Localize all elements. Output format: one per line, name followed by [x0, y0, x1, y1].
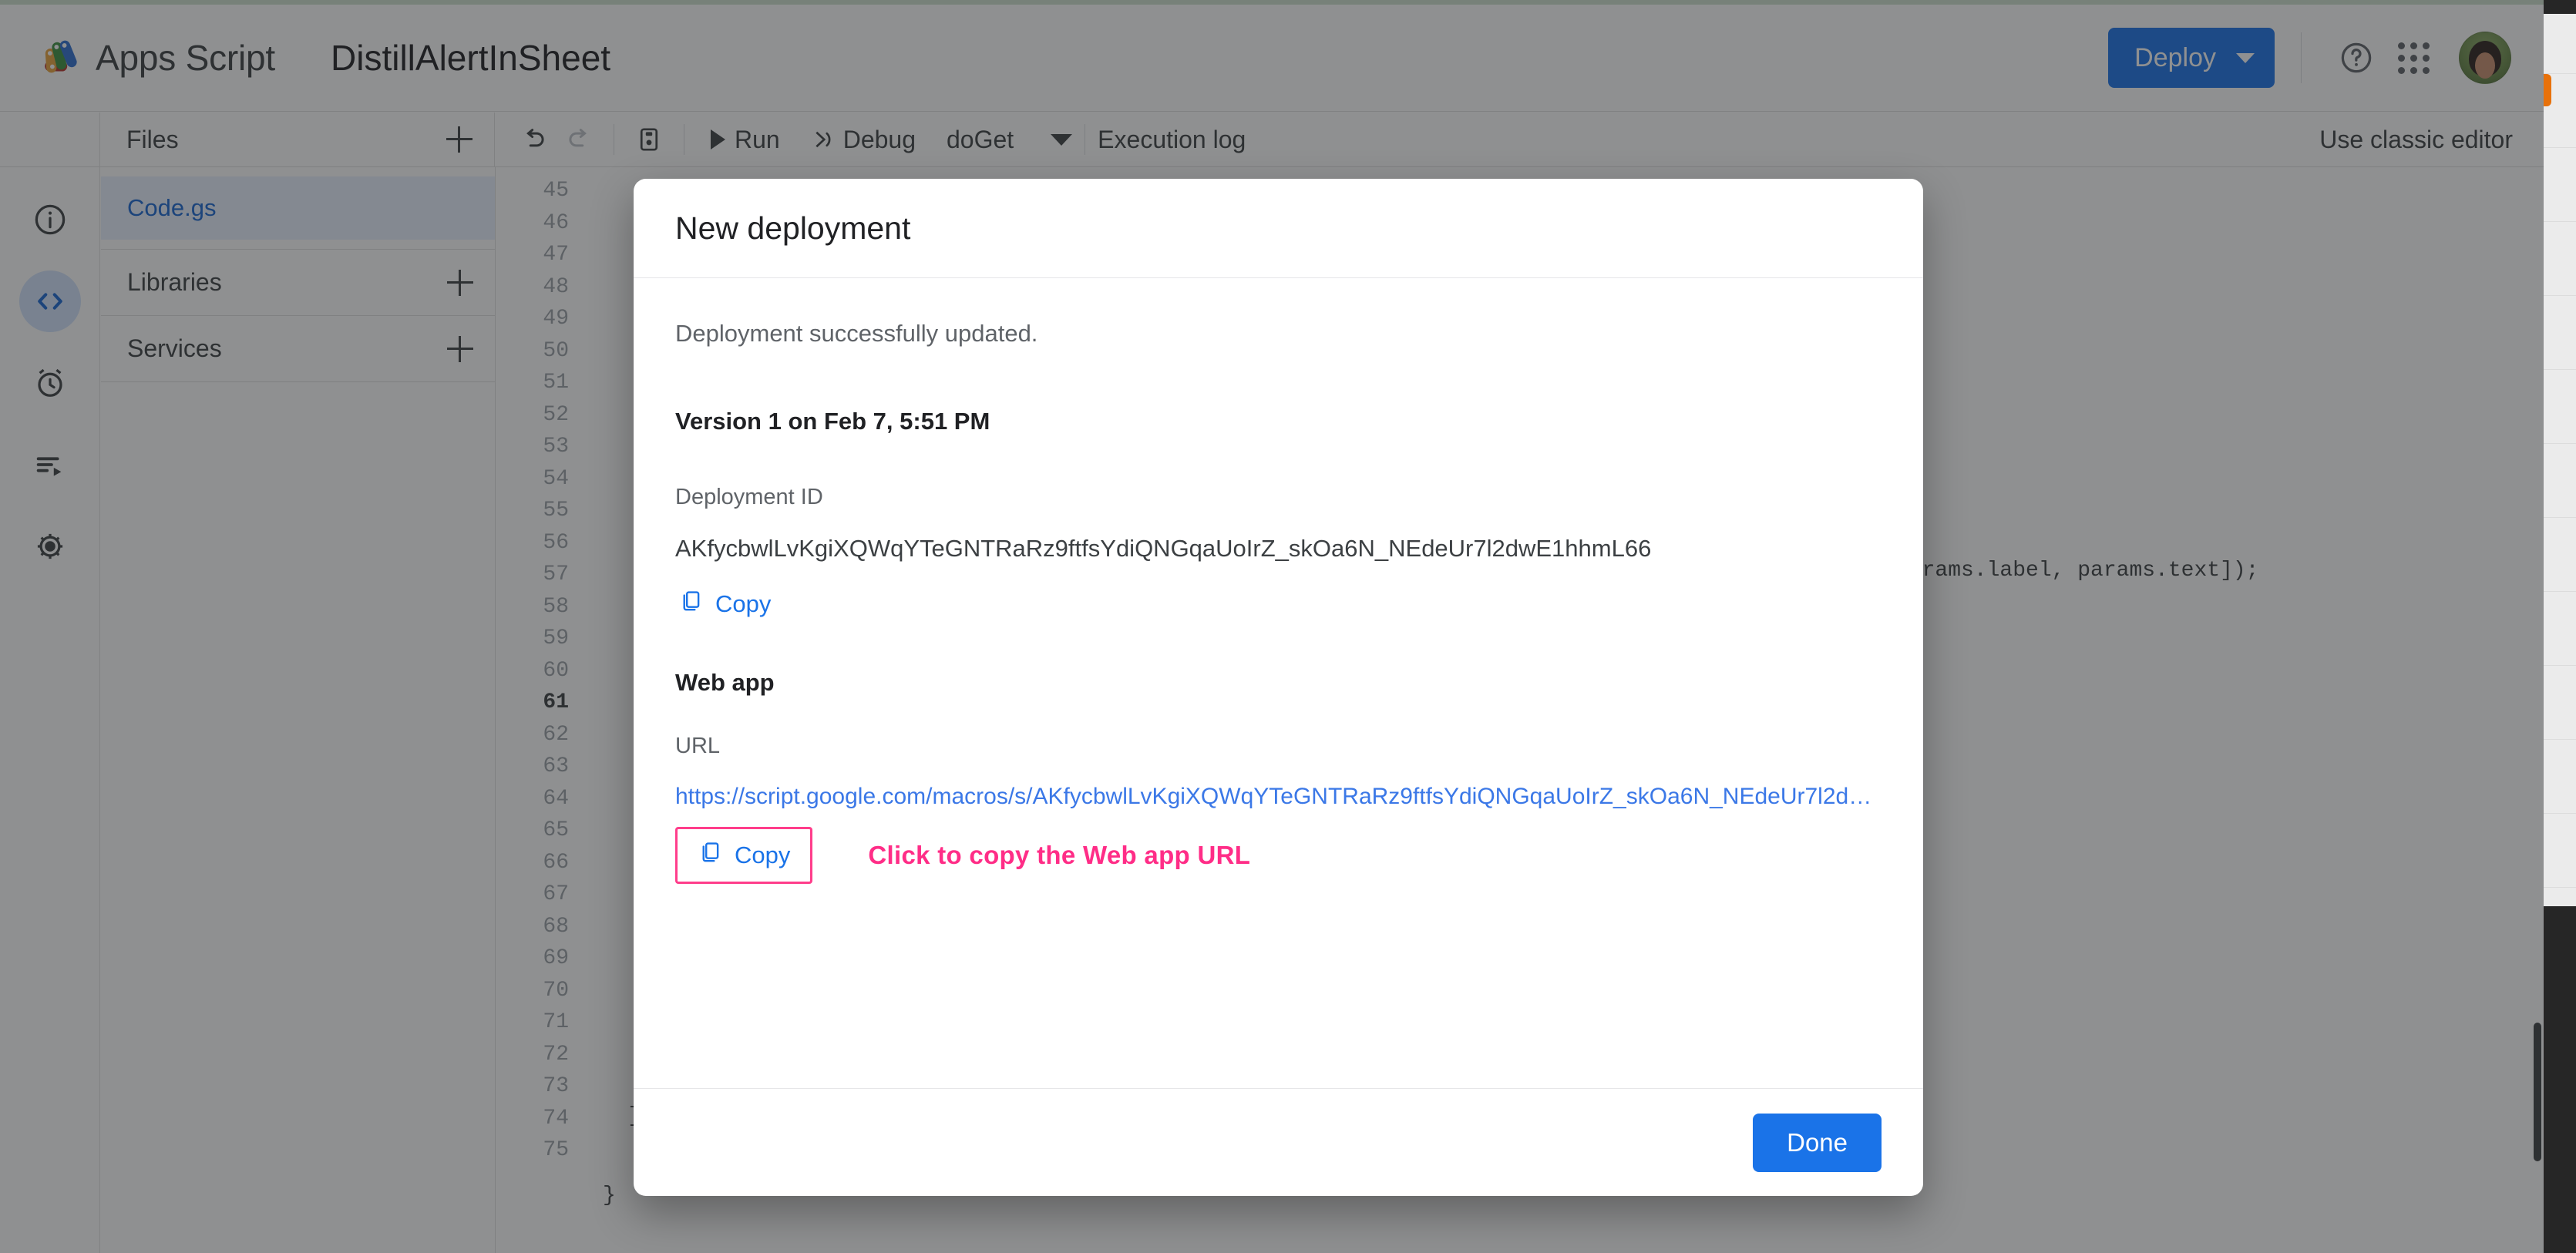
spacer — [675, 624, 1882, 669]
copy-deployment-id-button[interactable]: Copy — [675, 584, 774, 624]
done-button[interactable]: Done — [1753, 1114, 1882, 1172]
status-text: Deployment successfully updated. — [675, 320, 1882, 348]
url-label: URL — [675, 734, 1882, 759]
copy-webapp-url-button[interactable]: Copy — [675, 827, 812, 884]
webapp-url-link[interactable]: https://script.google.com/macros/s/AKfyc… — [675, 784, 1882, 810]
dialog-body: Deployment successfully updated. Version… — [634, 278, 1923, 1088]
done-button-label: Done — [1787, 1128, 1848, 1157]
dialog-footer: Done — [634, 1088, 1923, 1196]
copy-icon — [698, 840, 722, 871]
new-deployment-dialog: New deployment Deployment successfully u… — [634, 179, 1923, 1196]
window-right-dark-top — [2544, 0, 2576, 14]
copy-icon — [678, 589, 703, 620]
webapp-heading: Web app — [675, 669, 1882, 697]
orange-marker-icon — [2544, 74, 2551, 106]
copy-deployment-id-label: Copy — [715, 590, 771, 618]
deployment-id-label: Deployment ID — [675, 485, 1882, 510]
deployment-id-value: AKfycbwlLvKgiXQWqYTeGNTRaRz9ftfsYdiQNGqa… — [675, 535, 1882, 563]
annotation-text: Click to copy the Web app URL — [868, 841, 1250, 870]
dialog-header: New deployment — [634, 179, 1923, 278]
window-right-dark — [2544, 906, 2576, 1253]
screen-root: Apps Script DistillAlertInSheet Deploy — [0, 0, 2576, 1253]
version-heading: Version 1 on Feb 7, 5:51 PM — [675, 408, 1882, 435]
copy-url-row: Copy Click to copy the Web app URL — [675, 827, 1882, 884]
dialog-title: New deployment — [675, 210, 910, 247]
copy-webapp-url-label: Copy — [735, 841, 790, 869]
